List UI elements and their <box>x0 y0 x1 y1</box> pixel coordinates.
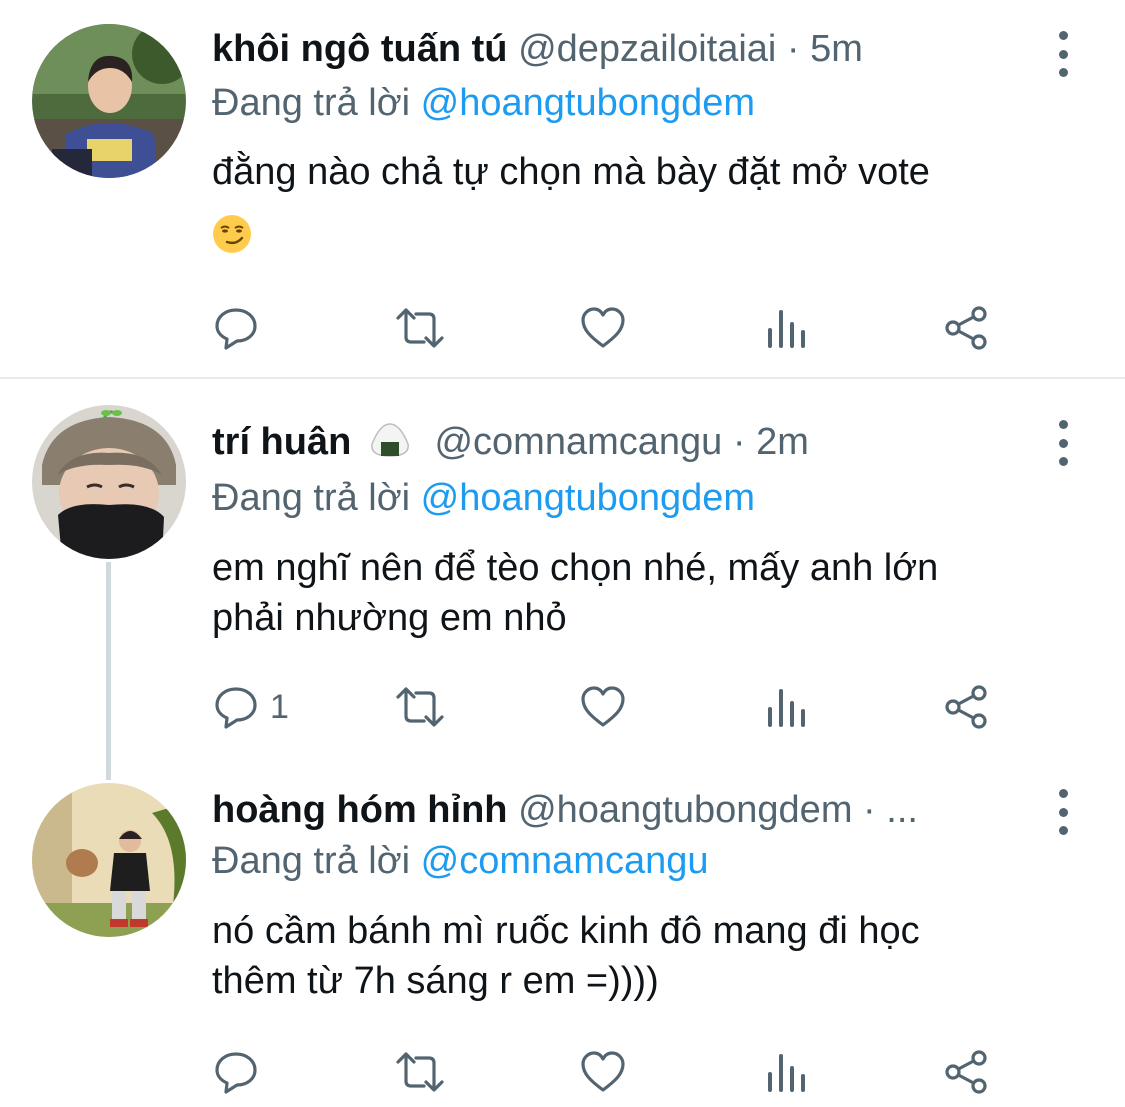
display-name[interactable]: trí huân <box>212 421 351 463</box>
separator-dot: · <box>786 28 800 70</box>
like-icon <box>581 1051 625 1092</box>
analytics-button[interactable] <box>762 1047 810 1097</box>
tweet-actions <box>212 303 1012 353</box>
timestamp[interactable]: ... <box>886 789 918 831</box>
analytics-button[interactable] <box>762 682 810 732</box>
reply-button[interactable] <box>212 1047 270 1097</box>
analytics-icon <box>768 689 805 727</box>
tweet-text-line-1: đằng nào chả tự chọn mà bày đặt mở vote <box>212 151 930 193</box>
reply-mention-link[interactable]: @comnamcangu <box>421 840 709 882</box>
rice-ball-icon <box>368 422 412 458</box>
analytics-icon <box>768 310 805 348</box>
tweet-header: hoàng hóm hỉnh @hoangtubongdem · ... <box>212 787 918 833</box>
reply-context: Đang trả lời @hoangtubongdem <box>212 80 755 126</box>
reply-context: Đang trả lời @comnamcangu <box>212 838 709 884</box>
tweet-actions: 1 <box>212 682 1012 732</box>
analytics-button[interactable] <box>762 303 810 353</box>
reply-icon <box>215 1052 257 1094</box>
reply-prefix: Đang trả lời <box>212 82 411 124</box>
like-button[interactable] <box>579 303 627 353</box>
smirking-face-icon <box>212 214 252 254</box>
tweet-text-line-1: em nghĩ nên để tèo chọn nhé, mấy anh lớn <box>212 547 939 589</box>
reply-icon <box>215 687 257 729</box>
more-icon[interactable] <box>1050 789 1076 835</box>
share-icon <box>945 306 987 350</box>
retweet-icon <box>396 308 444 348</box>
tweet-actions <box>212 1047 1012 1097</box>
tweet-1[interactable]: khôi ngô tuấn tú @depzailoitaiai · 5m Đa… <box>0 0 1125 377</box>
more-icon[interactable] <box>1050 31 1076 77</box>
separator-dot: · <box>863 789 876 831</box>
reply-mention-link[interactable]: @hoangtubongdem <box>421 82 755 124</box>
like-button[interactable] <box>579 682 627 732</box>
tweet-header: trí huân @comnamcangu · 2m <box>212 419 809 465</box>
user-handle[interactable]: @depzailoitaiai <box>518 28 776 70</box>
tweet-3[interactable]: hoàng hóm hỉnh @hoangtubongdem · ... Đan… <box>0 779 1125 1107</box>
more-icon[interactable] <box>1050 420 1076 466</box>
retweet-icon <box>396 1052 444 1092</box>
retweet-button[interactable] <box>392 1047 448 1097</box>
tweet-text-line-2: thêm từ 7h sáng r em =)))) <box>212 960 659 1002</box>
share-icon <box>945 685 987 729</box>
avatar[interactable] <box>32 783 186 937</box>
user-handle[interactable]: @hoangtubongdem <box>518 789 852 831</box>
tweet-header: khôi ngô tuấn tú @depzailoitaiai · 5m <box>212 26 863 72</box>
reply-context: Đang trả lời @hoangtubongdem <box>212 475 755 521</box>
avatar[interactable] <box>32 405 186 559</box>
like-icon <box>581 686 625 727</box>
reply-button[interactable] <box>212 303 270 353</box>
reply-button[interactable]: 1 <box>212 682 289 732</box>
tweet-text-line-1: nó cầm bánh mì ruốc kinh đô mang đi học <box>212 910 920 952</box>
share-button[interactable] <box>942 303 990 353</box>
user-handle[interactable]: @comnamcangu <box>434 421 722 463</box>
avatar[interactable] <box>32 24 186 178</box>
tweet-2[interactable]: trí huân @comnamcangu · 2m Đang trả lời … <box>0 379 1125 779</box>
share-button[interactable] <box>942 1047 990 1097</box>
reply-count: 1 <box>270 687 289 726</box>
share-icon <box>945 1050 987 1094</box>
reply-icon <box>215 308 257 350</box>
analytics-icon <box>768 1054 805 1092</box>
retweet-button[interactable] <box>392 303 448 353</box>
display-name[interactable]: khôi ngô tuấn tú <box>212 28 508 70</box>
reply-prefix: Đang trả lời <box>212 477 411 519</box>
share-button[interactable] <box>942 682 990 732</box>
timestamp[interactable]: 2m <box>756 421 809 463</box>
separator-dot: · <box>732 421 746 463</box>
reply-mention-link[interactable]: @hoangtubongdem <box>421 477 755 519</box>
like-icon <box>581 307 625 348</box>
display-name[interactable]: hoàng hóm hỉnh <box>212 789 508 831</box>
tweet-text-line-2: phải nhường em nhỏ <box>212 597 567 639</box>
retweet-icon <box>396 687 444 727</box>
reply-prefix: Đang trả lời <box>212 840 411 882</box>
like-button[interactable] <box>579 1047 627 1097</box>
timestamp[interactable]: 5m <box>810 28 863 70</box>
retweet-button[interactable] <box>392 682 448 732</box>
